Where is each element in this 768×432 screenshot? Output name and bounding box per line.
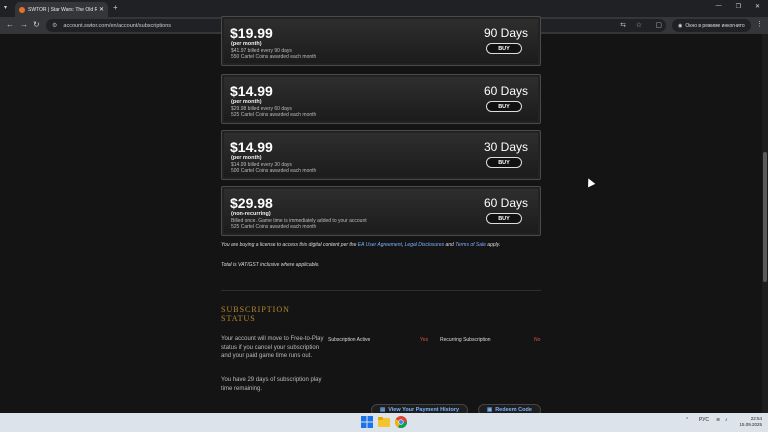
site-info-icon[interactable]: ⚙ (52, 22, 57, 29)
clock-date: 15.09.2025 (739, 422, 762, 427)
license-prefix: You are buying a license to access this … (221, 242, 358, 248)
play-time-remaining: You have 29 days of subscription play ti… (221, 377, 322, 392)
vat-notice: Total is VAT/GST inclusive where applica… (221, 262, 320, 268)
close-window-icon[interactable]: ✕ (755, 3, 760, 10)
translate-icon[interactable]: ⇆ (620, 21, 626, 29)
license-notice: You are buying a license to access this … (221, 242, 551, 249)
volume-icon[interactable]: ♪ (725, 417, 728, 423)
legal-disclosures-link[interactable]: Legal Disclosures (405, 242, 444, 248)
buy-button[interactable]: BUY (486, 157, 522, 168)
subscription-active-label: Subscription Active (328, 337, 371, 343)
forward-icon[interactable]: → (20, 20, 28, 29)
plan-coins: 525 Cartel Coins awarded each month (231, 112, 317, 118)
chrome-icon[interactable] (395, 416, 407, 428)
recurring-subscription-value: No (534, 337, 541, 343)
plan-coins: 525 Cartel Coins awarded each month (231, 224, 317, 230)
plan-price: $29.98 (230, 195, 273, 211)
tray-overflow-icon[interactable]: ⌃ (685, 417, 689, 423)
plan-coins: 500 Cartel Coins awarded each month (231, 168, 317, 174)
terms-of-sale-link[interactable]: Terms of Sale (455, 242, 486, 248)
heading-line-1: SUBSCRIPTION (221, 305, 290, 314)
window-controls: — ❐ ✕ (716, 3, 760, 10)
license-suffix: apply. (485, 242, 501, 248)
ea-user-agreement-link[interactable]: EA User Agreement (358, 242, 402, 248)
plan-days: 60 Days (483, 196, 528, 210)
back-icon[interactable]: ← (6, 20, 14, 29)
url-text[interactable]: account.swtor.com/en/account/subscriptio… (63, 23, 171, 29)
plan-card-60-days: $14.99 (per month) $29.98 billed every 6… (221, 74, 541, 124)
minimize-icon[interactable]: — (716, 3, 722, 10)
incognito-label: Окно в режиме инкогнито (685, 22, 745, 29)
tab-bar: ▾ SWTOR | Star Wars: The Old R... ✕ + — … (0, 0, 768, 17)
free-to-play-notice: Your account will move to Free-to-Play s… (221, 336, 324, 359)
recurring-subscription-label: Recurring Subscription (440, 337, 491, 343)
new-tab-icon[interactable]: + (113, 3, 118, 12)
plan-coins: 550 Cartel Coins awarded each month (231, 54, 317, 60)
plan-price: $14.99 (230, 83, 273, 99)
plan-term: (per month) (231, 41, 262, 47)
scrollbar-thumb[interactable] (763, 152, 767, 282)
extensions-icon[interactable]: ▢ (655, 21, 662, 29)
wifi-icon[interactable]: ≋ (716, 417, 720, 423)
section-divider (221, 290, 541, 291)
restore-icon[interactable]: ❐ (736, 3, 741, 10)
plan-term: (non-recurring) (231, 211, 271, 217)
plan-days: 60 Days (483, 84, 528, 98)
tab-search-icon[interactable]: ▾ (4, 4, 7, 11)
file-explorer-icon[interactable] (378, 416, 390, 428)
buy-button[interactable]: BUY (486, 43, 522, 54)
plan-price: $14.99 (230, 139, 273, 155)
scrollbar[interactable] (762, 34, 768, 413)
license-and: and (444, 242, 456, 248)
subscription-active-value: Yes (420, 337, 429, 343)
close-tab-icon[interactable]: ✕ (99, 6, 104, 13)
tab-title: SWTOR | Star Wars: The Old R... (28, 6, 97, 13)
plan-card-90-days: $19.99 (per month) $41.97 billed every 9… (221, 16, 541, 66)
subscription-status-heading: SUBSCRIPTION STATUS (221, 305, 290, 323)
heading-line-2: STATUS (221, 314, 256, 323)
menu-icon[interactable]: ⋮ (756, 20, 763, 28)
clock[interactable]: 22:54 15.09.2025 (739, 416, 762, 428)
swtor-favicon-icon (19, 6, 25, 13)
bookmark-star-icon[interactable]: ☆ (636, 21, 642, 29)
plan-term: (per month) (231, 99, 262, 105)
incognito-icon: ◉ (678, 22, 683, 29)
input-language[interactable]: РУС (699, 417, 709, 423)
taskbar: ⌃ РУС ≋ ♪ 22:54 15.09.2025 (0, 413, 768, 432)
plan-price: $19.99 (230, 25, 273, 41)
plan-days: 30 Days (483, 140, 528, 154)
buy-button[interactable]: BUY (486, 101, 522, 112)
windows-start-icon[interactable] (361, 416, 373, 428)
plan-card-30-days: $14.99 (per month) $14.99 billed every 3… (221, 130, 541, 180)
plan-card-non-recurring: $29.98 (non-recurring) Billed once. Game… (221, 186, 541, 236)
buy-button[interactable]: BUY (486, 213, 522, 224)
incognito-indicator[interactable]: ◉ Окно в режиме инкогнито (672, 19, 751, 32)
plan-days: 90 Days (483, 26, 528, 40)
plan-term: (per month) (231, 155, 262, 161)
browser-tab[interactable]: SWTOR | Star Wars: The Old R... ✕ (15, 2, 108, 17)
reload-icon[interactable]: ↻ (33, 20, 40, 29)
